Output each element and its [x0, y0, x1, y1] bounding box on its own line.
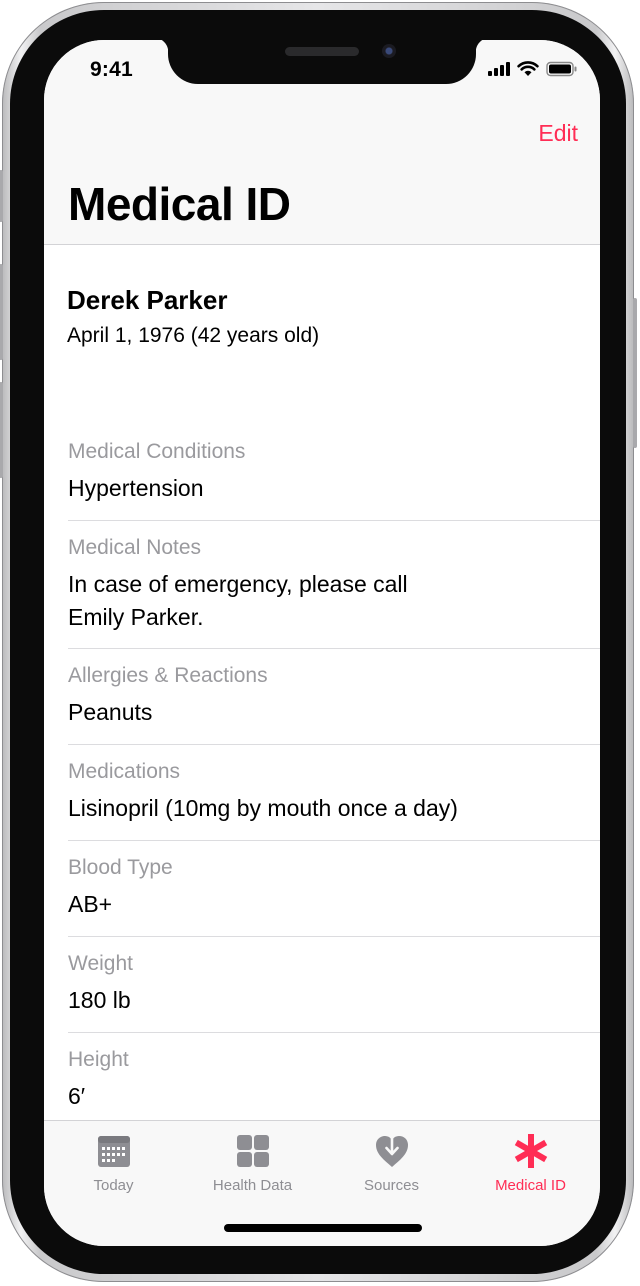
status-time: 9:41	[90, 58, 133, 81]
medical-id-content: Derek Parker April 1, 1976 (42 years old…	[44, 245, 600, 1128]
field-value: AB+	[68, 891, 113, 917]
field-medical-notes: Medical Notes In case of emergency, plea…	[68, 520, 600, 649]
field-label: Weight	[68, 952, 133, 975]
battery-icon	[546, 61, 577, 77]
front-camera-icon	[382, 44, 396, 58]
field-label: Medications	[68, 760, 181, 783]
speaker-grille	[285, 47, 359, 56]
tab-medical-id[interactable]: Medical ID	[461, 1121, 600, 1211]
calendar-icon	[97, 1136, 130, 1167]
tab-health-data[interactable]: Health Data	[183, 1121, 322, 1211]
grid-icon	[236, 1135, 269, 1167]
field-label: Medical Notes	[68, 536, 202, 559]
tab-label: Medical ID	[495, 1177, 566, 1194]
field-weight: Weight 180 lb	[68, 936, 600, 1033]
field-medications: Medications Lisinopril (10mg by mouth on…	[68, 744, 600, 841]
cellular-signal-icon	[488, 62, 510, 76]
wifi-icon	[517, 61, 539, 76]
heart-download-icon	[375, 1133, 408, 1167]
tab-sources[interactable]: Sources	[322, 1121, 461, 1211]
field-height: Height 6′	[68, 1032, 600, 1128]
asterisk-icon	[514, 1134, 547, 1168]
silent-switch	[0, 170, 3, 222]
tab-today[interactable]: Today	[44, 1121, 183, 1211]
field-medical-conditions: Medical Conditions Hypertension	[68, 400, 600, 521]
profile-birthdate: April 1, 1976 (42 years old)	[67, 324, 320, 347]
home-indicator[interactable]	[224, 1224, 422, 1232]
edit-button[interactable]: Edit	[538, 120, 578, 147]
tab-label: Health Data	[212, 1177, 293, 1194]
tab-label: Sources	[363, 1177, 420, 1194]
profile-name: Derek Parker	[67, 285, 228, 315]
device-frame: Edit Medical ID 9:41 Derek Parker April …	[0, 2, 637, 1282]
side-button	[633, 298, 637, 448]
notch	[154, 40, 490, 84]
field-label: Allergies & Reactions	[68, 664, 268, 687]
field-allergies: Allergies & Reactions Peanuts	[68, 648, 600, 745]
tab-label: Today	[93, 1177, 134, 1194]
field-value: Peanuts	[68, 699, 153, 725]
field-label: Medical Conditions	[68, 440, 246, 463]
screen: Edit Medical ID 9:41 Derek Parker April …	[44, 40, 600, 1246]
field-label: Height	[68, 1048, 129, 1071]
field-value: In case of emergency, please call Emily …	[68, 571, 408, 630]
field-label: Blood Type	[68, 856, 173, 879]
volume-up-button	[0, 264, 3, 360]
field-value: 6′	[68, 1083, 86, 1109]
field-value: Lisinopril (10mg by mouth once a day)	[68, 795, 458, 821]
volume-down-button	[0, 382, 3, 478]
field-value: 180 lb	[68, 987, 131, 1013]
page-title: Medical ID	[68, 178, 291, 230]
field-value: Hypertension	[68, 475, 204, 501]
field-blood-type: Blood Type AB+	[68, 840, 600, 937]
status-icons	[488, 61, 578, 77]
